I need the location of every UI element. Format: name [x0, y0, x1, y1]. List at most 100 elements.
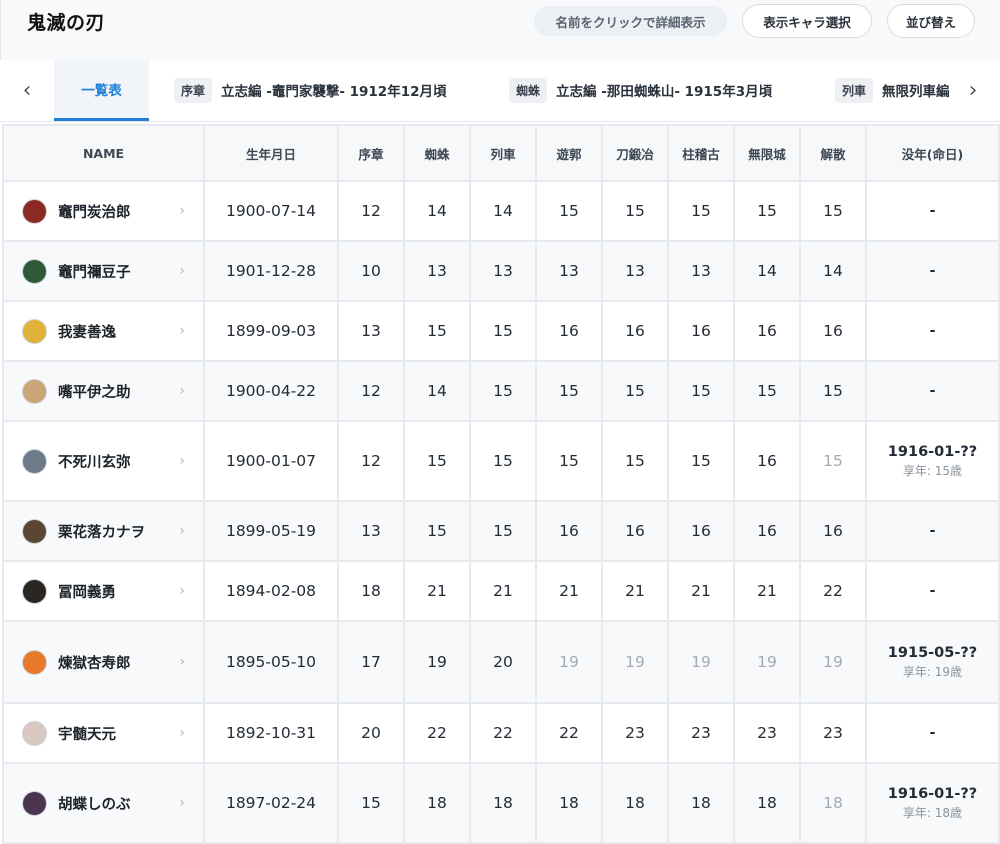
avatar: [22, 720, 47, 746]
table-row: 竈門炭治郎 › 1900-07-14 12 14 14 15 15 15 15 15-: [2, 180, 1000, 242]
tab-spider[interactable]: 蜘蛛 立志編 -那田蜘蛛山- 1915年3月頃: [509, 77, 772, 103]
character-name[interactable]: 嘴平伊之助: [58, 381, 131, 402]
name-cell[interactable]: 竈門炭治郎 ›: [2, 180, 205, 242]
column-header: NAME: [2, 124, 205, 182]
death-cell: -: [865, 300, 1000, 362]
character-name[interactable]: 我妻善逸: [58, 321, 116, 342]
age-cell: 13: [403, 240, 471, 302]
column-header: 遊郭: [535, 124, 603, 182]
tab-prologue[interactable]: 序章 立志編 -竈門家襲撃- 1912年12月頃: [174, 77, 446, 103]
death-cell: 1916-01-?? 享年: 18歳: [865, 762, 1000, 844]
age-cell: 18: [799, 762, 867, 844]
character-name[interactable]: 冨岡義勇: [58, 581, 116, 602]
name-cell[interactable]: 煉獄杏寿郎 ›: [2, 620, 205, 704]
arc-tab-bar: ‹ 一覧表 序章 立志編 -竈門家襲撃- 1912年12月頃 蜘蛛 立志編 -那…: [0, 60, 1000, 122]
age-cell: 21: [535, 560, 603, 622]
death-cell: 1915-05-?? 享年: 19歳: [865, 620, 1000, 704]
age-cell: 15: [799, 420, 867, 502]
birth-date-cell: 1897-02-24: [203, 762, 339, 844]
age-cell: 19: [799, 620, 867, 704]
character-name[interactable]: 煉獄杏寿郎: [58, 652, 131, 673]
age-cell: 19: [601, 620, 669, 704]
tab-tag: 列車: [835, 77, 874, 103]
sort-button[interactable]: 並び替え: [887, 4, 975, 38]
death-age: 享年: 18歳: [902, 806, 963, 820]
age-cell: 19: [403, 620, 471, 704]
click-hint-badge: 名前をクリックで詳細表示: [534, 6, 727, 36]
table-row: 我妻善逸 › 1899-09-03 13 15 15 16 16 16 16 16-: [2, 300, 1000, 362]
death-date: 1915-05-??: [887, 645, 978, 661]
chevron-right-icon: ›: [179, 583, 185, 599]
avatar: [22, 318, 47, 344]
birth-date-cell: 1900-04-22: [203, 360, 339, 422]
table-row: 不死川玄弥 › 1900-01-07 12 15 15 15 15 15 16 15 1916-01-…: [2, 420, 1000, 502]
birth-date-cell: 1900-07-14: [203, 180, 339, 242]
character-name[interactable]: 宇髄天元: [58, 723, 116, 744]
age-cell: 15: [733, 360, 801, 422]
age-cell: 15: [601, 180, 669, 242]
age-cell: 19: [535, 620, 603, 704]
chevron-right-icon: ›: [179, 383, 185, 399]
tab-train[interactable]: 列車 無限列車編: [835, 77, 950, 103]
age-cell: 15: [667, 420, 735, 502]
name-cell[interactable]: 胡蝶しのぶ ›: [2, 762, 205, 844]
column-header: 刀鍛冶: [601, 124, 669, 182]
character-name[interactable]: 胡蝶しのぶ: [58, 793, 131, 814]
character-name[interactable]: 栗花落カナヲ: [58, 521, 145, 542]
select-characters-button[interactable]: 表示キャラ選択: [742, 4, 872, 38]
death-cell: -: [865, 560, 1000, 622]
app-header: 鬼滅の刃 名前をクリックで詳細表示 表示キャラ選択 並び替え: [0, 0, 1000, 60]
name-cell[interactable]: 栗花落カナヲ ›: [2, 500, 205, 562]
chevron-right-icon: ›: [179, 654, 185, 670]
character-name[interactable]: 竈門炭治郎: [58, 201, 131, 222]
name-cell[interactable]: 竈門禰豆子 ›: [2, 240, 205, 302]
table-row: 嘴平伊之助 › 1900-04-22 12 14 15 15 15 15 15 15-: [2, 360, 1000, 422]
name-cell[interactable]: 我妻善逸 ›: [2, 300, 205, 362]
death-cell: -: [865, 240, 1000, 302]
birth-date-cell: 1899-05-19: [203, 500, 339, 562]
age-cell: 12: [337, 360, 405, 422]
avatar: [22, 518, 47, 544]
character-age-table: NAME 生年月日 序章 蜘蛛 列車 遊郭 刀鍛冶 柱稽古 無限城 解散 没年(…: [2, 124, 1000, 844]
age-cell: 12: [337, 180, 405, 242]
tab-label: 無限列車編: [882, 84, 950, 100]
age-cell: 15: [403, 500, 471, 562]
death-date: -: [929, 725, 936, 741]
table-row: 胡蝶しのぶ › 1897-02-24 15 18 18 18 18 18 18 18 1916-01-…: [2, 762, 1000, 844]
chevron-right-icon[interactable]: ›: [952, 60, 994, 120]
character-name[interactable]: 竈門禰豆子: [58, 261, 131, 282]
death-date: -: [929, 583, 936, 599]
chevron-left-icon[interactable]: ‹: [6, 60, 48, 120]
column-header: 生年月日: [203, 124, 339, 182]
age-cell: 15: [535, 180, 603, 242]
avatar: [22, 378, 47, 404]
age-cell: 22: [403, 702, 471, 764]
character-name[interactable]: 不死川玄弥: [58, 451, 131, 472]
birth-date-cell: 1900-01-07: [203, 420, 339, 502]
age-cell: 14: [733, 240, 801, 302]
name-cell[interactable]: 冨岡義勇 ›: [2, 560, 205, 622]
death-cell: -: [865, 360, 1000, 422]
age-cell: 18: [469, 762, 537, 844]
name-cell[interactable]: 宇髄天元 ›: [2, 702, 205, 764]
birth-date-cell: 1895-05-10: [203, 620, 339, 704]
name-cell[interactable]: 嘴平伊之助 ›: [2, 360, 205, 422]
age-cell: 13: [337, 500, 405, 562]
age-cell: 15: [535, 420, 603, 502]
tab-overview[interactable]: 一覧表: [54, 60, 149, 121]
age-cell: 15: [469, 500, 537, 562]
age-cell: 13: [469, 240, 537, 302]
age-cell: 14: [403, 360, 471, 422]
age-cell: 16: [667, 300, 735, 362]
column-header: 無限城: [733, 124, 801, 182]
age-cell: 16: [667, 500, 735, 562]
age-cell: 20: [337, 702, 405, 764]
age-cell: 16: [601, 300, 669, 362]
column-header: 蜘蛛: [403, 124, 471, 182]
chevron-right-icon: ›: [179, 203, 185, 219]
age-cell: 18: [337, 560, 405, 622]
name-cell[interactable]: 不死川玄弥 ›: [2, 420, 205, 502]
age-cell: 13: [535, 240, 603, 302]
column-header: 解散: [799, 124, 867, 182]
age-cell: 14: [799, 240, 867, 302]
